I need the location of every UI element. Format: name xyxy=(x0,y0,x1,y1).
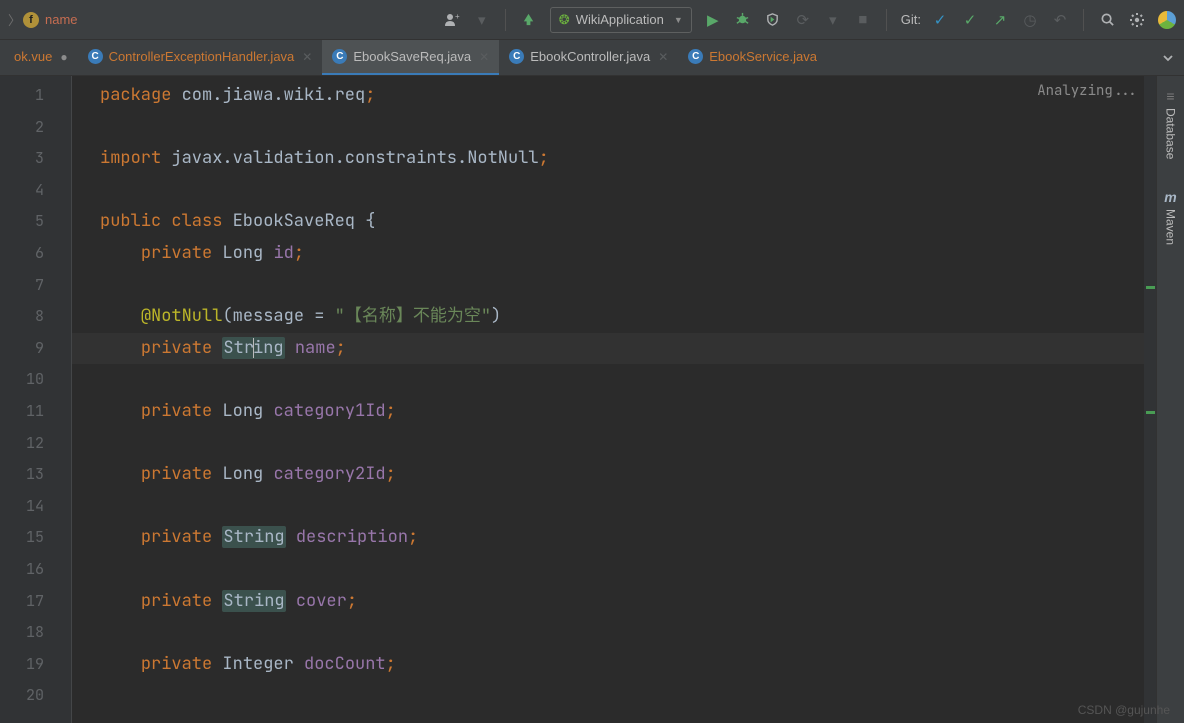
code-content[interactable]: Analyzing... package com.jiawa.wiki.req;… xyxy=(72,76,1156,723)
code-line[interactable] xyxy=(72,554,1156,586)
tool-label: Database xyxy=(1164,108,1178,159)
tab-label: ControllerExceptionHandler.java xyxy=(109,49,295,64)
code-line[interactable]: private Integer docCount; xyxy=(72,649,1156,681)
settings-icon[interactable] xyxy=(1124,7,1150,33)
code-line[interactable] xyxy=(72,270,1156,302)
close-icon[interactable]: ✕ xyxy=(479,50,489,64)
editor-tabs: ok.vue ● C ControllerExceptionHandler.java ✕… xyxy=(0,40,1184,76)
editor-tab[interactable]: C EbookSaveReq.java ✕ xyxy=(322,40,499,75)
main-toolbar: 〉 f name + ▾ ❂ WikiApplication ▼ ▶ ⟳ ▾ ■… xyxy=(0,0,1184,40)
editor-tab[interactable]: C ControllerExceptionHandler.java ✕ xyxy=(78,40,323,75)
run-icon[interactable]: ▶ xyxy=(700,7,726,33)
code-line[interactable]: import javax.validation.constraints.NotN… xyxy=(72,143,1156,175)
git-rollback-icon[interactable]: ↶ xyxy=(1047,7,1073,33)
code-line[interactable] xyxy=(72,175,1156,207)
tab-label: EbookSaveReq.java xyxy=(353,49,471,64)
code-line[interactable]: private Long category2Id; xyxy=(72,459,1156,491)
analyzing-status: Analyzing... xyxy=(1037,82,1138,100)
git-push-icon[interactable]: ↗ xyxy=(987,7,1013,33)
breadcrumb[interactable]: 〉 f name xyxy=(8,10,78,29)
tab-label: ok.vue xyxy=(14,49,52,64)
code-line[interactable]: private String name; xyxy=(72,333,1156,365)
class-icon: C xyxy=(688,49,703,64)
line-number-gutter: 1234567891011121314151617181920 xyxy=(0,76,62,723)
git-update-icon[interactable]: ✓ xyxy=(927,7,953,33)
close-icon[interactable]: ✕ xyxy=(658,50,668,64)
tool-label: Maven xyxy=(1164,209,1178,245)
spring-icon: ❂ xyxy=(559,12,570,28)
tab-label: EbookController.java xyxy=(530,49,650,64)
code-line[interactable] xyxy=(72,617,1156,649)
right-sidebar: ≡ Database m Maven xyxy=(1156,76,1184,723)
chevron-right-icon: 〉 xyxy=(8,10,21,29)
ide-logo-icon[interactable] xyxy=(1158,11,1176,29)
tool-window-tab[interactable]: ≡ Database xyxy=(1164,88,1178,159)
search-icon[interactable] xyxy=(1094,7,1120,33)
code-line[interactable] xyxy=(72,112,1156,144)
editor-tab[interactable]: C EbookController.java ✕ xyxy=(499,40,678,75)
tab-label: EbookService.java xyxy=(709,49,817,64)
field-icon: f xyxy=(23,12,39,28)
add-user-icon[interactable]: + xyxy=(439,7,465,33)
debug-icon[interactable] xyxy=(730,7,756,33)
tool-icon: m xyxy=(1164,189,1176,205)
git-commit-icon[interactable]: ✓ xyxy=(957,7,983,33)
code-line[interactable]: @NotNull(message = "【名称】不能为空") xyxy=(72,301,1156,333)
breadcrumb-name: name xyxy=(45,12,78,27)
class-icon: C xyxy=(332,49,347,64)
code-line[interactable]: private Long category1Id; xyxy=(72,396,1156,428)
close-icon[interactable]: ● xyxy=(60,50,67,64)
dropdown-icon: ▾ xyxy=(820,7,846,33)
run-config-label: WikiApplication xyxy=(576,12,664,27)
code-line[interactable]: private String description; xyxy=(72,522,1156,554)
code-line[interactable] xyxy=(72,680,1156,712)
code-editor[interactable]: 1234567891011121314151617181920 Analyzin… xyxy=(0,76,1156,723)
git-label: Git: xyxy=(901,12,921,27)
code-line[interactable] xyxy=(72,364,1156,396)
class-icon: C xyxy=(509,49,524,64)
code-line[interactable]: private Long id; xyxy=(72,238,1156,270)
chevron-down-icon: ▼ xyxy=(674,15,683,25)
dropdown-icon[interactable]: ▾ xyxy=(469,7,495,33)
stop-icon: ■ xyxy=(850,7,876,33)
code-line[interactable]: package com.jiawa.wiki.req; xyxy=(72,80,1156,112)
tool-icon: ≡ xyxy=(1166,88,1174,104)
tool-window-tab[interactable]: m Maven xyxy=(1164,189,1178,245)
class-icon: C xyxy=(88,49,103,64)
code-line[interactable] xyxy=(72,428,1156,460)
profiler-icon[interactable]: ⟳ xyxy=(790,7,816,33)
editor-tab[interactable]: ok.vue ● xyxy=(4,40,78,75)
marker-rail[interactable] xyxy=(1144,76,1156,723)
svg-text:+: + xyxy=(455,12,460,21)
build-icon[interactable] xyxy=(516,7,542,33)
code-line[interactable]: public class EbookSaveReq { xyxy=(72,206,1156,238)
watermark: CSDN @gujunhe xyxy=(1078,703,1170,717)
code-line[interactable]: private String cover; xyxy=(72,586,1156,618)
editor-tab[interactable]: C EbookService.java xyxy=(678,40,827,75)
coverage-icon[interactable] xyxy=(760,7,786,33)
git-history-icon[interactable]: ◷ xyxy=(1017,7,1043,33)
close-icon[interactable]: ✕ xyxy=(302,50,312,64)
run-config-selector[interactable]: ❂ WikiApplication ▼ xyxy=(550,7,692,33)
code-line[interactable] xyxy=(72,491,1156,523)
tabs-dropdown-icon[interactable] xyxy=(1152,40,1184,75)
